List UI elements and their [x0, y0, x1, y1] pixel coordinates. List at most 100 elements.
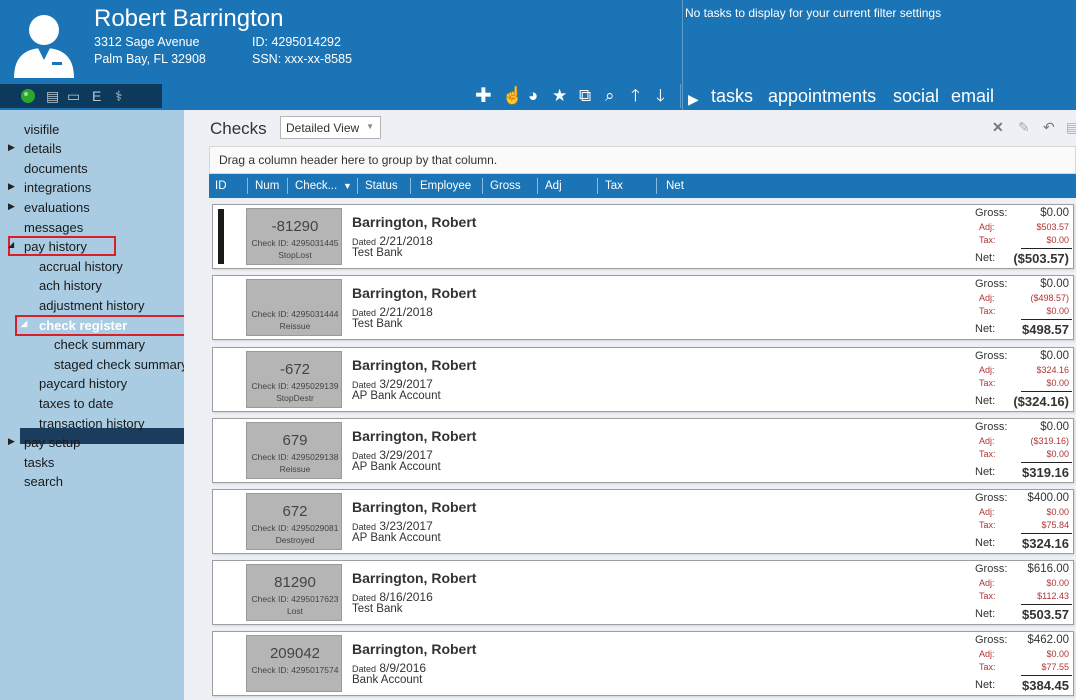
sidebar-item-search[interactable]: search: [24, 474, 63, 489]
toolbar-divider: [680, 84, 681, 108]
pie-chart-icon[interactable]: ◕: [528, 86, 538, 106]
check-date-value: 3/29/2017: [379, 377, 433, 391]
external-link-icon[interactable]: ⧉: [579, 86, 591, 106]
sidebar-item-transaction-history[interactable]: transaction history: [39, 416, 145, 431]
sidebar-item-ach-history[interactable]: ach history: [39, 278, 102, 293]
column-tax[interactable]: Tax: [605, 180, 623, 192]
check-tile[interactable]: Check ID: 4295031444 Reissue: [246, 279, 342, 336]
sidebar-item-check-register[interactable]: ◢ check register: [21, 318, 127, 333]
collapse-arrow-icon[interactable]: ◢: [8, 240, 14, 249]
sidebar-item-pay-setup[interactable]: ▶ pay setup: [8, 435, 80, 450]
expand-arrow-icon[interactable]: ▶: [8, 142, 15, 153]
caduceus-icon[interactable]: ⚕: [115, 88, 123, 104]
play-icon[interactable]: ▶: [688, 89, 699, 109]
check-id: Check ID: 4295031445: [251, 238, 339, 248]
expand-arrow-icon[interactable]: ▶: [8, 436, 15, 447]
column-divider: [287, 178, 288, 194]
payee-name: Barrington, Robert: [352, 357, 477, 373]
net-amount: ($324.16): [1013, 394, 1069, 409]
check-tile[interactable]: 672 Check ID: 4295029081 Destroyed: [246, 493, 342, 550]
tab-email[interactable]: email: [951, 86, 994, 107]
star-icon[interactable]: ★: [552, 86, 567, 106]
check-card[interactable]: 209042 Check ID: 4295017574 Barrington, Ro…: [212, 631, 1074, 696]
document-icon[interactable]: ▤: [46, 88, 59, 104]
column-divider: [247, 178, 248, 194]
check-card[interactable]: -81290 Check ID: 4295031445 StopLost Barrin…: [212, 204, 1074, 269]
group-by-bar[interactable]: Drag a column header here to group by th…: [209, 146, 1076, 174]
check-card[interactable]: 672 Check ID: 4295029081 Destroyed Barringt…: [212, 489, 1074, 554]
check-card[interactable]: 81290 Check ID: 4295017623 Lost Barrington,…: [212, 560, 1074, 625]
gross-amount: $0.00: [1040, 350, 1069, 362]
arrow-down-icon[interactable]: 🡓: [656, 86, 665, 106]
employee-name: Robert Barrington: [94, 5, 284, 32]
net-label: Net:: [975, 323, 996, 335]
sidebar-item-tasks[interactable]: tasks: [24, 455, 54, 470]
check-tile[interactable]: -672 Check ID: 4295029139 StopDestr: [246, 351, 342, 408]
status-dot-icon[interactable]: [20, 88, 36, 107]
sort-desc-icon[interactable]: ▼: [343, 181, 352, 191]
tab-social[interactable]: social: [893, 86, 939, 107]
check-tile[interactable]: 81290 Check ID: 4295017623 Lost: [246, 564, 342, 621]
adj-label: Adj:: [979, 649, 995, 659]
view-select[interactable]: Detailed View ▼: [280, 116, 381, 139]
collapse-arrow-icon[interactable]: ◢: [21, 319, 27, 328]
column-id[interactable]: ID: [215, 180, 227, 192]
eraser-icon[interactable]: ✎: [1018, 119, 1030, 136]
check-date: Dated 3/29/2017: [352, 448, 433, 462]
arrow-up-icon[interactable]: 🡑: [631, 86, 640, 106]
sidebar-item-integrations[interactable]: ▶ integrations: [8, 180, 91, 195]
close-icon[interactable]: ✕: [992, 119, 1004, 136]
column-divider: [482, 178, 483, 194]
sidebar-item-messages[interactable]: messages: [24, 220, 83, 235]
column-num[interactable]: Num: [255, 180, 279, 192]
tab-tasks[interactable]: tasks: [711, 86, 753, 107]
sidebar-item-documents[interactable]: documents: [24, 161, 88, 176]
adj-label: Adj:: [979, 436, 995, 446]
check-card[interactable]: Check ID: 4295031444 Reissue Barrington, R…: [212, 275, 1074, 340]
check-date-value: 2/21/2018: [379, 305, 433, 319]
column-adj[interactable]: Adj: [545, 180, 562, 192]
sidebar-item-visifile[interactable]: visifile: [24, 122, 59, 137]
check-status: Reissue: [279, 321, 311, 331]
column-check-date[interactable]: Check...: [295, 180, 337, 192]
column-status[interactable]: Status: [365, 180, 398, 192]
adj-amount: $0.00: [1046, 507, 1069, 517]
search-icon[interactable]: ⌕: [605, 86, 615, 106]
net-label: Net:: [975, 679, 996, 691]
adj-amount: $0.00: [1046, 578, 1069, 588]
add-icon[interactable]: ✚: [475, 86, 492, 106]
column-gross[interactable]: Gross: [490, 180, 521, 192]
check-tile[interactable]: 679 Check ID: 4295029138 Reissue: [246, 422, 342, 479]
gross-label: Gross:: [975, 278, 1008, 290]
sidebar-item-staged-check-summary[interactable]: staged check summary: [54, 357, 188, 372]
check-card[interactable]: 679 Check ID: 4295029138 Reissue Barrington…: [212, 418, 1074, 483]
check-id: Check ID: 4295017574: [251, 665, 339, 675]
sidebar-item-adjustment-history[interactable]: adjustment history: [39, 298, 145, 313]
expand-arrow-icon[interactable]: ▶: [8, 201, 15, 212]
print-icon[interactable]: ▤: [1066, 119, 1076, 136]
undo-icon[interactable]: ↶: [1043, 119, 1055, 136]
column-employee[interactable]: Employee: [420, 180, 471, 192]
sidebar-item-details[interactable]: ▶ details: [8, 141, 62, 156]
column-net[interactable]: Net: [666, 180, 684, 192]
net-label: Net:: [975, 466, 996, 478]
expand-arrow-icon[interactable]: ▶: [8, 181, 15, 192]
check-card[interactable]: -672 Check ID: 4295029139 StopDestr Barring…: [212, 347, 1074, 412]
check-tile[interactable]: 209042 Check ID: 4295017574: [246, 635, 342, 692]
adj-label: Adj:: [979, 507, 995, 517]
check-tile[interactable]: -81290 Check ID: 4295031445 StopLost: [246, 208, 342, 265]
sidebar-item-pay-history[interactable]: ◢ pay history: [8, 239, 87, 254]
sidebar-item-paycard-history[interactable]: paycard history: [39, 376, 127, 391]
sidebar-item-check-summary[interactable]: check summary: [54, 337, 145, 352]
sidebar-item-evaluations[interactable]: ▶ evaluations: [8, 200, 90, 215]
gross-amount: $0.00: [1040, 207, 1069, 219]
sidebar-item-taxes-to-date[interactable]: taxes to date: [39, 396, 113, 411]
tab-appointments[interactable]: appointments: [768, 86, 876, 107]
e-icon[interactable]: E: [92, 88, 101, 104]
card-icon[interactable]: ▭: [67, 88, 80, 104]
net-label: Net:: [975, 395, 996, 407]
dated-label: Dated: [352, 451, 377, 461]
sidebar-item-accrual-history[interactable]: accrual history: [39, 259, 123, 274]
pointer-hand-icon[interactable]: ☝: [502, 86, 523, 106]
net-amount: $498.57: [1022, 322, 1069, 337]
